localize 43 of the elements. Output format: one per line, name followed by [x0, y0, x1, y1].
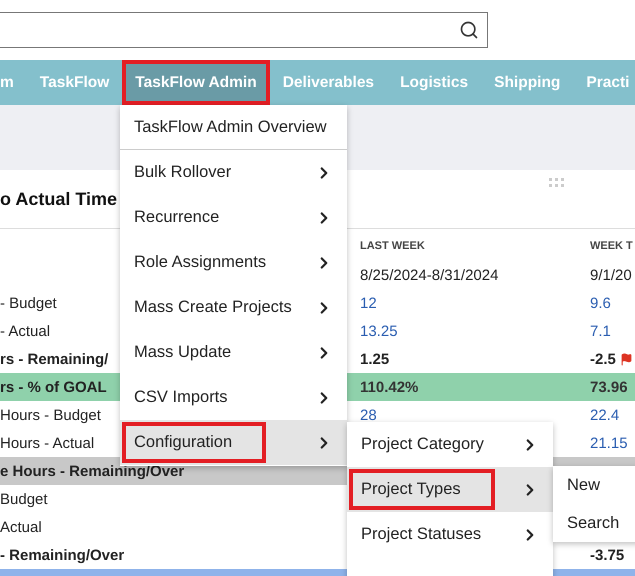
table-cell: 73.96 — [590, 378, 628, 396]
menu-item[interactable]: Recurrence — [120, 195, 347, 240]
menu-item[interactable]: Configuration — [120, 420, 347, 465]
menu-item[interactable]: Bulk Rollover — [120, 150, 347, 195]
table-cell[interactable]: 13.25 — [360, 322, 398, 340]
row-label: Budget — [0, 490, 48, 508]
table-cell: 1.25 — [360, 350, 390, 368]
table-cell: 9/1/20 — [590, 266, 632, 284]
row-label: e Hours - Remaining/Over — [0, 462, 184, 480]
menu-item[interactable]: Project Types — [347, 467, 553, 512]
menu-item[interactable]: Mass Create Projects — [120, 285, 347, 330]
table-cell[interactable]: 21.15 — [590, 434, 628, 452]
table-cell[interactable]: 9.6 — [590, 294, 611, 312]
table-cell[interactable]: 7.1 — [590, 322, 611, 340]
row-label: - Remaining/Over — [0, 546, 124, 564]
table-cell: 8/25/2024-8/31/2024 — [360, 266, 498, 284]
row-label: rs - % of GOAL — [0, 378, 107, 396]
row-label: Hours - Budget — [0, 406, 101, 424]
column-header: LAST WEEK — [360, 240, 426, 252]
search-icon[interactable] — [459, 20, 479, 40]
table-cell: 110.42% — [360, 378, 418, 396]
column-header: WEEK T — [590, 240, 634, 252]
menu-item[interactable]: Role Assignments — [120, 240, 347, 285]
row-label: Hours - Actual — [0, 434, 94, 452]
menu-item[interactable]: TaskFlow Admin Overview — [120, 105, 347, 150]
row-label: - Budget — [0, 294, 57, 312]
row-label: rs - Remaining/ — [0, 350, 108, 368]
menu-item[interactable]: Search — [553, 504, 635, 542]
row-label: - Actual — [0, 322, 50, 340]
table-cell[interactable]: 22.4 — [590, 406, 620, 424]
drag-handle-icon[interactable] — [549, 178, 565, 188]
search-field[interactable] — [0, 12, 488, 48]
row-label: Actual — [0, 518, 42, 536]
table-cell: -3.75 — [590, 546, 624, 564]
menu-item[interactable]: Project Statuses — [347, 512, 553, 557]
table-cell: -2.5 — [590, 350, 633, 368]
menu-item[interactable]: CSV Imports — [120, 375, 347, 420]
menu-item[interactable]: Project Category — [347, 422, 553, 467]
table-cell[interactable]: 28 — [360, 406, 377, 424]
report-title: o Actual Time — [0, 188, 118, 210]
menu-item[interactable]: Mass Update — [120, 330, 347, 375]
table-cell[interactable]: 12 — [360, 294, 377, 312]
menu-item[interactable]: New — [553, 466, 635, 504]
